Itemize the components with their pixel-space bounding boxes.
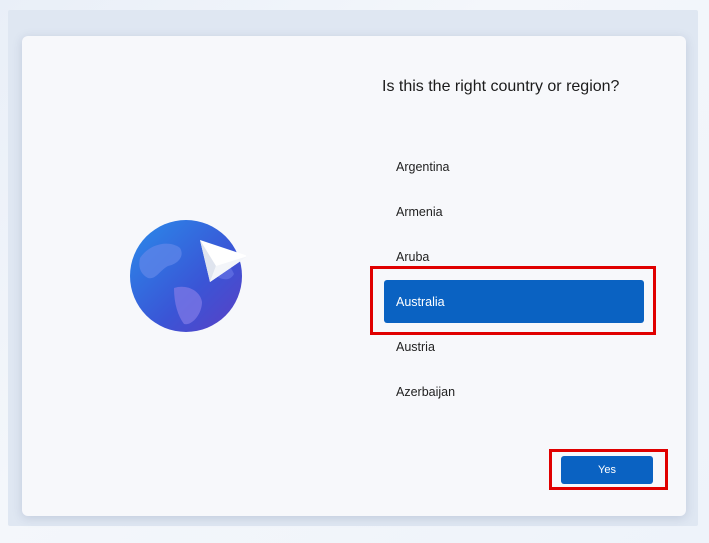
country-item-austria[interactable]: Austria [384, 325, 644, 368]
oobe-card: Is this the right country or region? Arg… [22, 36, 686, 516]
country-label: Aruba [396, 249, 430, 264]
country-label: Australia [396, 294, 445, 309]
country-label: Armenia [396, 204, 443, 219]
country-label: Argentina [396, 159, 450, 174]
yes-button[interactable]: Yes [561, 456, 653, 484]
page-title: Is this the right country or region? [382, 78, 620, 95]
country-item-armenia[interactable]: Armenia [384, 190, 644, 233]
country-label: Azerbaijan [396, 384, 456, 399]
country-list[interactable]: Argentina Armenia Aruba Australia Austri… [384, 145, 644, 415]
country-item-azerbaijan[interactable]: Azerbaijan [384, 370, 644, 413]
country-item-argentina[interactable]: Argentina [384, 145, 644, 188]
country-item-aruba[interactable]: Aruba [384, 235, 644, 278]
globe-paper-plane-icon [130, 220, 246, 332]
country-item-australia[interactable]: Australia [384, 280, 644, 323]
country-label: Austria [396, 339, 435, 354]
